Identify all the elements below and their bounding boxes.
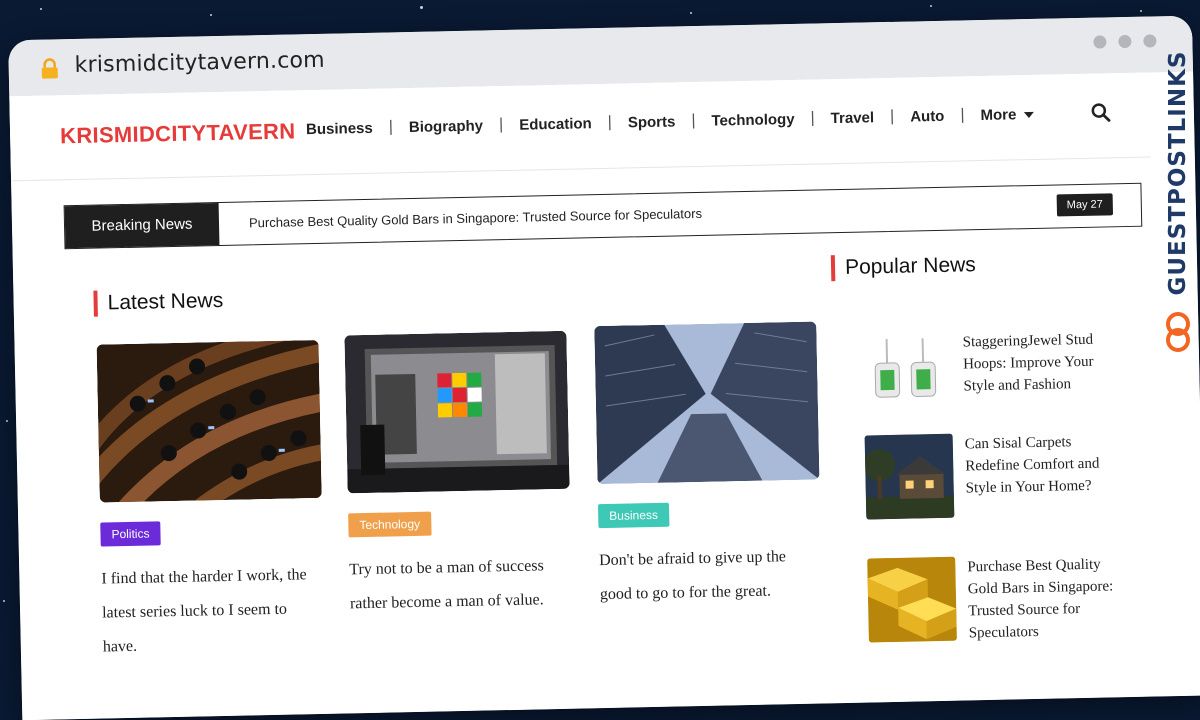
window-controls [1093, 34, 1157, 49]
popular-item-title[interactable]: Can Sisal Carpets Redefine Comfort and S… [965, 430, 1126, 499]
nav-separator: | [691, 112, 696, 130]
nav-separator: | [810, 109, 815, 127]
news-card[interactable]: Business Don't be afraid to give up the … [594, 321, 822, 613]
nav-separator: | [607, 113, 613, 131]
nav-more[interactable]: More [980, 105, 1035, 124]
popular-image-gold-bars[interactable] [867, 556, 957, 643]
watermark-text: GUESTPOSTLINKS [1165, 50, 1191, 296]
main-nav: Business | Biography | Education | Sport… [306, 105, 1035, 138]
popular-item[interactable]: StaggeringJewel Stud Hoops: Improve Your… [862, 328, 1134, 420]
category-badge-business[interactable]: Business [597, 502, 670, 529]
breaking-news-headline[interactable]: Purchase Best Quality Gold Bars in Singa… [249, 206, 702, 230]
card-image-skyscrapers[interactable] [594, 321, 820, 485]
category-badge-politics[interactable]: Politics [100, 521, 161, 547]
news-card[interactable]: Politics I find that the harder I work, … [96, 339, 326, 665]
lock-icon [41, 58, 58, 79]
card-image-parliament[interactable] [96, 339, 322, 503]
popular-item-title[interactable]: StaggeringJewel Stud Hoops: Improve Your… [962, 328, 1123, 397]
popular-image-house[interactable] [864, 433, 955, 520]
popular-item[interactable]: Can Sisal Carpets Redefine Comfort and S… [864, 430, 1137, 522]
address-bar-url[interactable]: krismidcitytavern.com [74, 48, 325, 78]
nav-separator: | [388, 118, 394, 136]
breaking-news-date: May 27 [1056, 193, 1114, 217]
nav-business[interactable]: Business [306, 119, 373, 137]
web-page: KRISMIDCITYTAVERN Business | Biography |… [9, 71, 1200, 720]
card-excerpt[interactable]: Try not to be a man of success rather be… [349, 549, 572, 622]
site-logo[interactable]: KRISMIDCITYTAVERN [60, 118, 296, 149]
popular-news-title: Popular News [830, 252, 977, 282]
window-dot[interactable] [1118, 34, 1132, 49]
nav-separator: | [498, 116, 504, 134]
breaking-news-label: Breaking News [64, 203, 220, 249]
window-dot[interactable] [1143, 34, 1157, 48]
popular-item[interactable]: Purchase Best Quality Gold Bars in Singa… [867, 553, 1139, 645]
category-badge-technology[interactable]: Technology [348, 511, 432, 538]
card-excerpt[interactable]: Don't be afraid to give up the good to g… [599, 539, 822, 612]
breaking-news-bar: Breaking News Purchase Best Quality Gold… [63, 182, 1143, 250]
nav-sports[interactable]: Sports [628, 113, 676, 131]
search-icon[interactable] [1090, 101, 1112, 123]
card-image-rubiks-cube[interactable] [344, 330, 570, 494]
nav-education[interactable]: Education [519, 115, 592, 134]
browser-window: krismidcitytavern.com KRISMIDCITYTAVERN … [8, 15, 1200, 720]
nav-technology[interactable]: Technology [711, 110, 794, 129]
latest-news-title: Latest News [93, 287, 224, 317]
popular-item-title[interactable]: Purchase Best Quality Gold Bars in Singa… [967, 553, 1129, 644]
nav-biography[interactable]: Biography [409, 117, 484, 136]
nav-separator: | [960, 106, 965, 124]
caret-down-icon [1024, 111, 1035, 118]
nav-separator: | [889, 107, 895, 125]
nav-travel[interactable]: Travel [831, 109, 875, 127]
card-excerpt[interactable]: I find that the harder I work, the lates… [101, 558, 325, 665]
popular-image-earrings[interactable] [862, 331, 953, 418]
nav-auto[interactable]: Auto [910, 107, 945, 125]
nav-more-label: More [980, 105, 1017, 124]
news-card[interactable]: Technology Try not to be a man of succes… [344, 330, 572, 622]
window-dot[interactable] [1093, 35, 1107, 49]
